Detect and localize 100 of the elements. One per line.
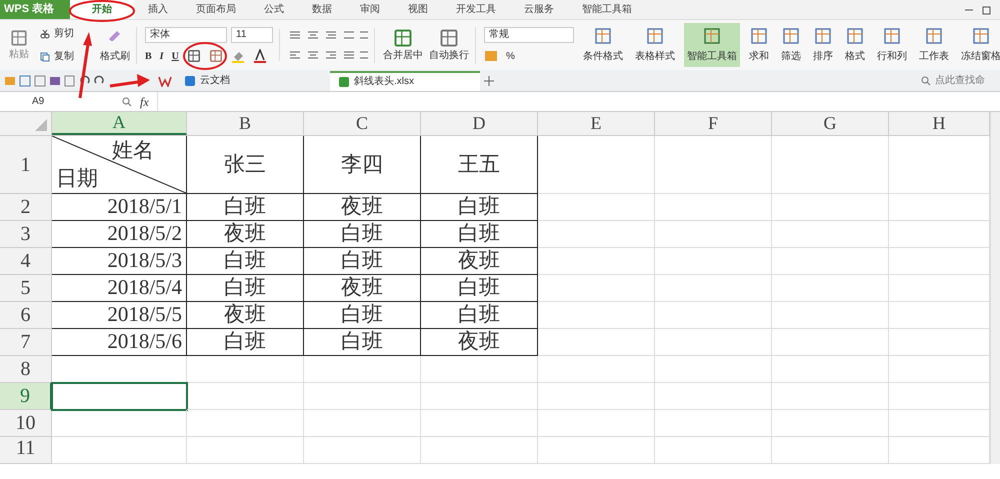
row-header[interactable]: 9 bbox=[0, 383, 52, 410]
ribbon-button[interactable]: 工作表 bbox=[916, 23, 952, 67]
row-header[interactable]: 4 bbox=[0, 248, 52, 275]
table-cell: 夜班 bbox=[187, 221, 304, 248]
table-cell: 白班 bbox=[421, 194, 538, 221]
zoom-icon[interactable] bbox=[122, 96, 132, 106]
copy-icon bbox=[40, 52, 50, 62]
italic-button[interactable]: I bbox=[160, 48, 164, 64]
toolbar-icon bbox=[925, 26, 943, 44]
annotation-ellipse bbox=[69, 0, 135, 22]
borders-icon[interactable] bbox=[186, 49, 201, 63]
window-restore-icon[interactable] bbox=[982, 4, 992, 14]
ribbon-button[interactable]: 行和列 bbox=[874, 23, 910, 67]
menu-tab[interactable]: 页面布局 bbox=[182, 0, 250, 19]
table-cell: 白班 bbox=[421, 275, 538, 302]
name-box[interactable]: A9 bbox=[0, 94, 90, 109]
row-header[interactable]: 1 bbox=[0, 136, 52, 194]
merge-icon[interactable] bbox=[393, 28, 413, 48]
table-cell: 夜班 bbox=[304, 275, 421, 302]
column-header[interactable]: E bbox=[538, 112, 655, 135]
spreadsheet-icon bbox=[338, 76, 350, 88]
column-header[interactable]: F bbox=[655, 112, 772, 135]
menu-tab[interactable]: 智能工具箱 bbox=[568, 0, 646, 19]
ribbon-button[interactable]: 求和 bbox=[746, 23, 772, 67]
align-icons[interactable] bbox=[288, 29, 368, 41]
vertical-scrollbar[interactable] bbox=[990, 112, 1000, 464]
table-cell: 王五 bbox=[421, 136, 538, 194]
menu-tab[interactable]: 公式 bbox=[250, 0, 298, 19]
font-color-icon[interactable] bbox=[252, 49, 267, 63]
row-header[interactable]: 2 bbox=[0, 194, 52, 221]
row-header[interactable]: 7 bbox=[0, 329, 52, 356]
table-cell: 2018/5/1 bbox=[52, 194, 187, 221]
wrap-text-icon[interactable] bbox=[439, 28, 459, 48]
table-cell: 夜班 bbox=[304, 194, 421, 221]
table-cell: 白班 bbox=[304, 329, 421, 356]
ribbon-button[interactable]: 格式 bbox=[842, 23, 868, 67]
ribbon-button[interactable]: 排序 bbox=[810, 23, 836, 67]
font-name-field[interactable]: 宋体 bbox=[145, 26, 227, 42]
cut-button[interactable]: 剪切 bbox=[40, 26, 78, 41]
column-header[interactable]: D bbox=[421, 112, 538, 135]
toolbar-icon bbox=[846, 26, 864, 44]
table-cell: 白班 bbox=[304, 302, 421, 329]
annotation-ellipse bbox=[183, 42, 227, 70]
menu-tab[interactable]: 插入 bbox=[134, 0, 182, 19]
copy-button[interactable]: 复制 bbox=[40, 49, 78, 64]
toolbar-icon bbox=[646, 26, 664, 44]
merge-center-button[interactable]: 合并居中 bbox=[383, 48, 423, 62]
row-header[interactable]: 5 bbox=[0, 275, 52, 302]
bold-button[interactable]: B bbox=[145, 48, 152, 64]
table-cell: 2018/5/4 bbox=[52, 275, 187, 302]
table-cell: 白班 bbox=[304, 248, 421, 275]
menu-tab[interactable]: 云服务 bbox=[510, 0, 568, 19]
menu-tab[interactable]: 视图 bbox=[394, 0, 442, 19]
column-header[interactable]: B bbox=[187, 112, 304, 135]
table-cell: 白班 bbox=[187, 275, 304, 302]
table-cell: 白班 bbox=[304, 221, 421, 248]
document-tab[interactable]: 斜线表头.xlsx bbox=[330, 70, 480, 90]
ribbon-button[interactable]: 条件格式 bbox=[580, 23, 626, 67]
toolbar-icon bbox=[703, 26, 721, 44]
row-header[interactable]: 10 bbox=[0, 410, 52, 437]
column-header[interactable]: G bbox=[772, 112, 889, 135]
new-tab-icon[interactable] bbox=[484, 76, 494, 86]
column-header[interactable]: A bbox=[52, 112, 187, 135]
search-icon bbox=[921, 76, 931, 86]
table-cell: 张三 bbox=[187, 136, 304, 194]
column-header[interactable]: C bbox=[304, 112, 421, 135]
percent-button[interactable]: % bbox=[506, 48, 515, 64]
wps-logo-icon[interactable] bbox=[158, 74, 172, 86]
table-cell: 李四 bbox=[304, 136, 421, 194]
clipboard-icon[interactable] bbox=[10, 28, 28, 46]
app-logo[interactable]: WPS 表格 bbox=[0, 0, 70, 19]
cube-icon bbox=[184, 74, 196, 86]
table-cell: 夜班 bbox=[421, 329, 538, 356]
toolbar-icon bbox=[883, 26, 901, 44]
ribbon-button[interactable]: 表格样式 bbox=[632, 23, 678, 67]
row-header[interactable]: 11 bbox=[0, 437, 52, 464]
command-search-field[interactable]: 点此查找命 bbox=[921, 73, 996, 88]
fill-color-icon[interactable] bbox=[230, 49, 245, 63]
menu-tab[interactable]: 数据 bbox=[298, 0, 346, 19]
row-header[interactable]: 6 bbox=[0, 302, 52, 329]
menu-tab[interactable]: 审阅 bbox=[346, 0, 394, 19]
toolbar-icon bbox=[594, 26, 612, 44]
toolbar-icon bbox=[782, 26, 800, 44]
cell-style-icon[interactable] bbox=[208, 49, 223, 63]
table-cell: 白班 bbox=[187, 329, 304, 356]
format-painter-button[interactable]: 格式刷 bbox=[100, 48, 130, 64]
toolbar-icon bbox=[972, 26, 990, 44]
number-format-field[interactable]: 常规 bbox=[484, 26, 574, 42]
align-icons[interactable] bbox=[288, 49, 368, 61]
table-cell: 白班 bbox=[421, 302, 538, 329]
ribbon-button[interactable]: 智能工具箱 bbox=[684, 23, 740, 67]
row-header[interactable]: 3 bbox=[0, 221, 52, 248]
fx-label[interactable]: fx bbox=[140, 92, 149, 110]
ribbon-button[interactable]: 筛选 bbox=[778, 23, 804, 67]
wrap-text-button[interactable]: 自动换行 bbox=[429, 48, 469, 62]
underline-button[interactable]: U bbox=[172, 48, 179, 64]
document-tab[interactable]: 云文档 bbox=[176, 70, 326, 90]
row-header[interactable]: 8 bbox=[0, 356, 52, 383]
font-size-field[interactable]: 11 bbox=[231, 26, 273, 42]
menu-tab[interactable]: 开发工具 bbox=[442, 0, 510, 19]
